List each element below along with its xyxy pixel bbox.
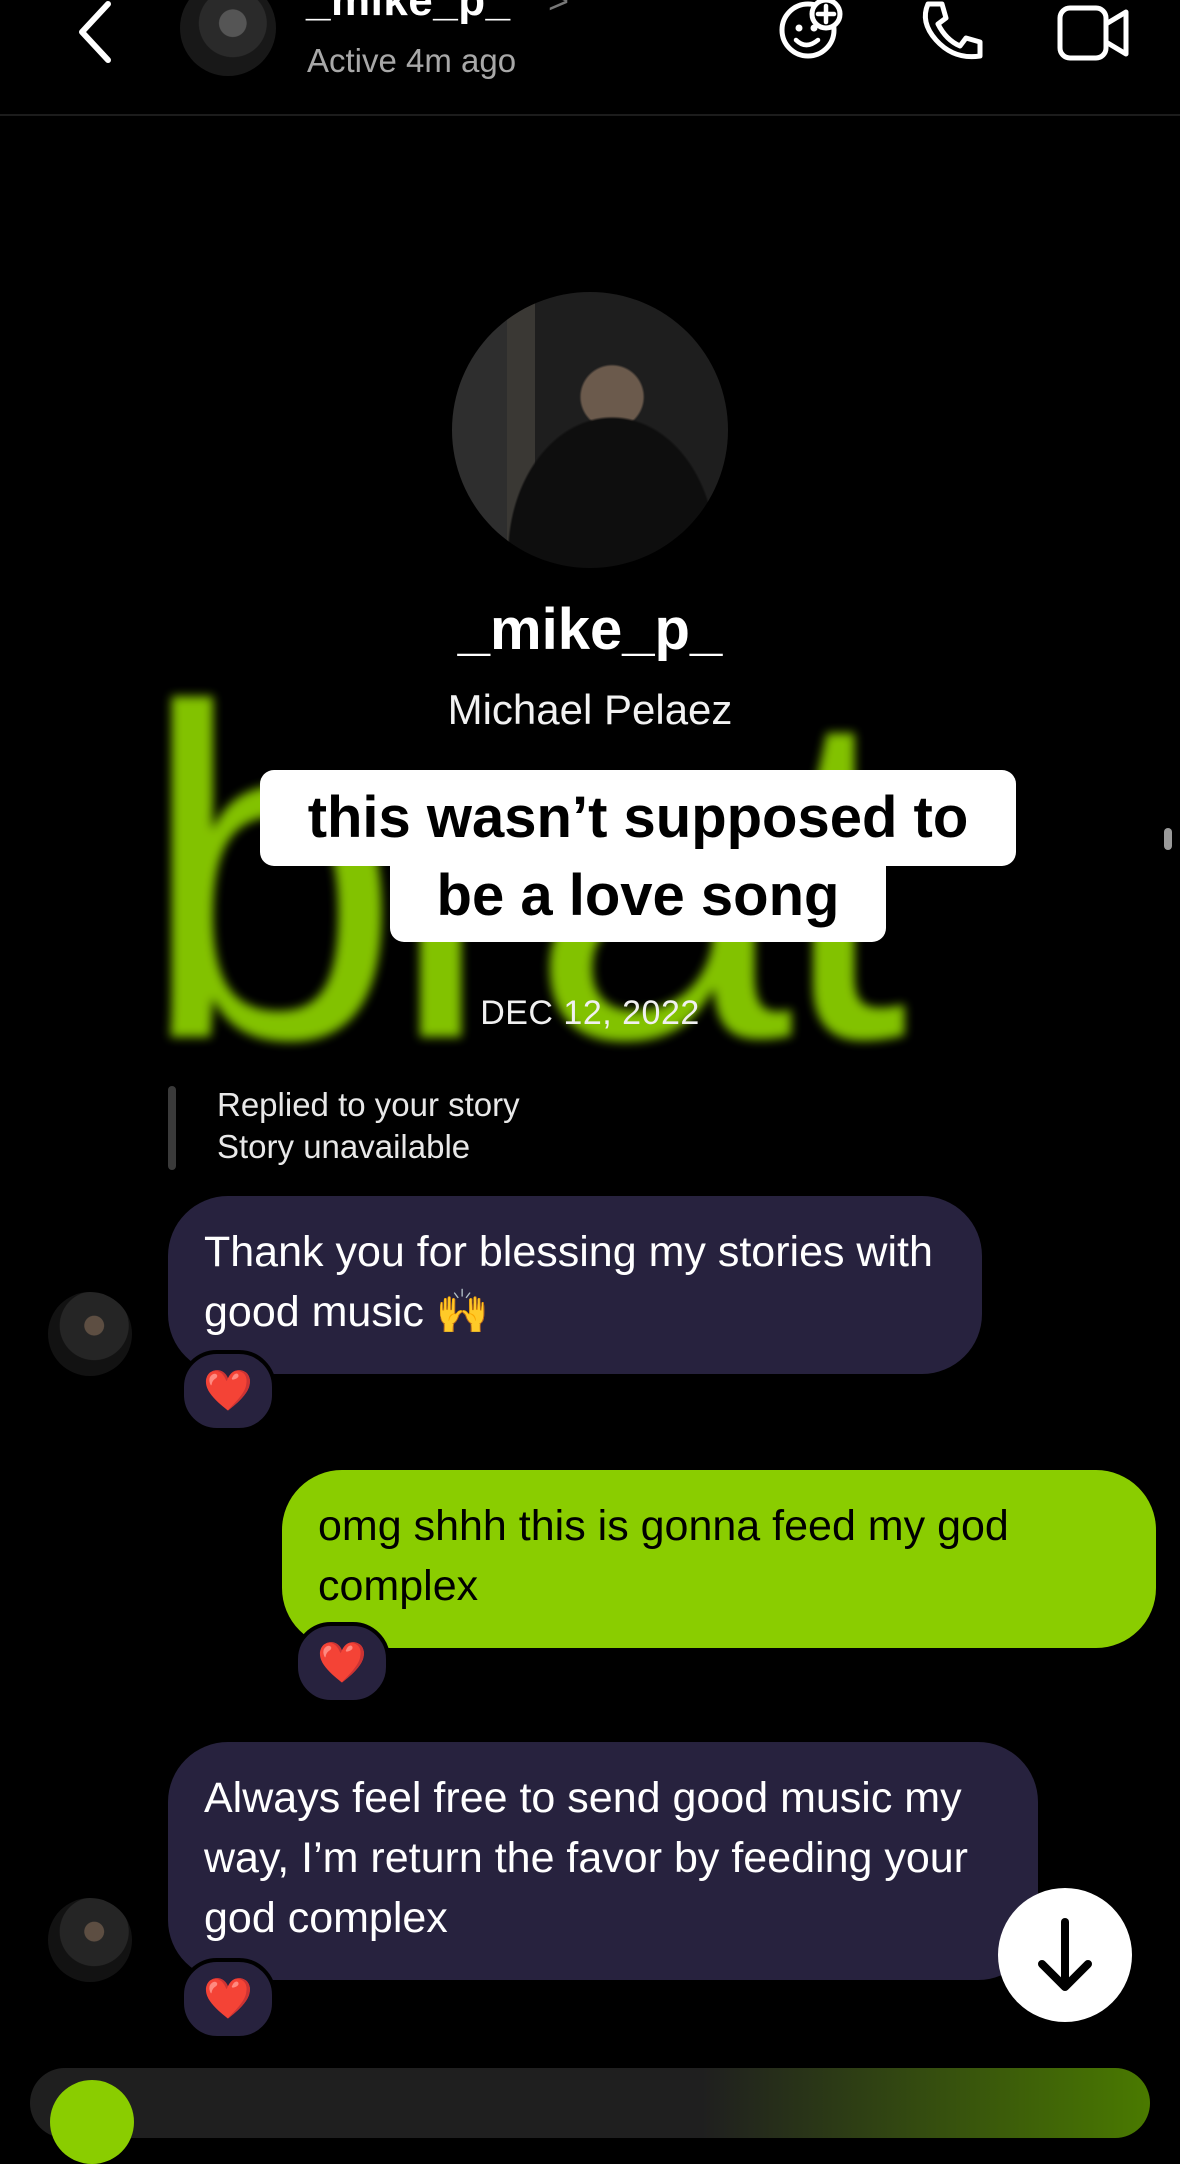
date-separator: DEC 12, 2022 bbox=[480, 994, 700, 1032]
message-bubble-incoming[interactable]: Thank you for blessing my stories with g… bbox=[168, 1196, 982, 1374]
profile-avatar[interactable] bbox=[452, 292, 728, 568]
phone-icon[interactable] bbox=[914, 0, 994, 64]
scrollbar-thumb[interactable] bbox=[1164, 828, 1172, 850]
heart-reaction[interactable]: ❤️ bbox=[180, 1958, 276, 2040]
story-reply-label: Replied to your story bbox=[217, 1086, 520, 1123]
video-camera-icon[interactable] bbox=[1054, 0, 1134, 64]
header-username[interactable]: _mike_p_ bbox=[306, 0, 511, 26]
arrow-down-icon bbox=[1038, 1918, 1092, 1991]
story-unavailable-label: Story unavailable bbox=[217, 1128, 471, 1165]
message-bubble-outgoing[interactable]: omg shhh this is gonna feed my god compl… bbox=[282, 1470, 1156, 1648]
sender-avatar[interactable] bbox=[48, 1898, 132, 1982]
sender-avatar[interactable] bbox=[48, 1292, 132, 1376]
caption-line-2: be a love song bbox=[390, 850, 886, 942]
story-reply-bar bbox=[168, 1086, 176, 1170]
active-status: Active 4m ago bbox=[307, 42, 517, 79]
camera-button[interactable] bbox=[50, 2080, 134, 2164]
back-chevron-icon[interactable] bbox=[70, 0, 120, 64]
header-chevron-icon: > bbox=[548, 0, 570, 21]
message-bubble-incoming[interactable]: Always feel free to send good music my w… bbox=[168, 1742, 1038, 1980]
scroll-to-bottom-button[interactable] bbox=[998, 1888, 1132, 2022]
message-composer[interactable] bbox=[30, 2068, 1150, 2138]
chat-header bbox=[0, 0, 1180, 116]
sticker-add-icon[interactable] bbox=[770, 0, 850, 64]
heart-reaction[interactable]: ❤️ bbox=[294, 1622, 390, 1704]
heart-reaction[interactable]: ❤️ bbox=[180, 1350, 276, 1432]
